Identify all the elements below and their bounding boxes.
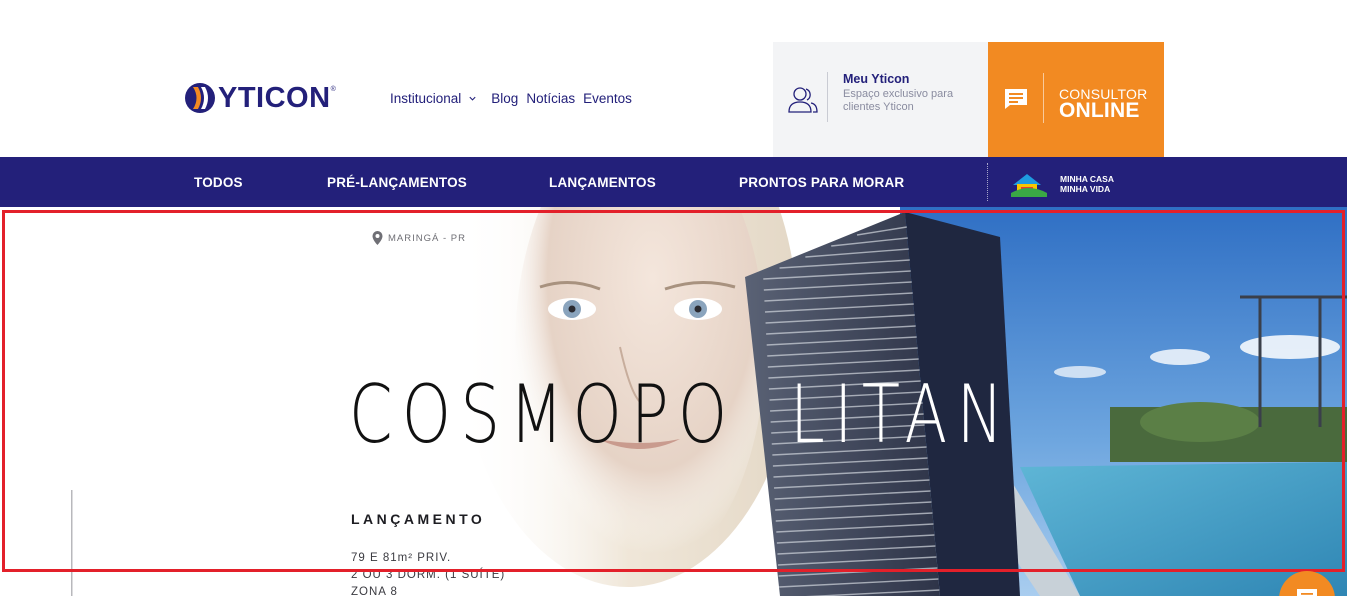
yticon-logo-mark xyxy=(185,83,215,113)
brand-title-light: LITAN xyxy=(790,368,1013,461)
chat-icon xyxy=(1297,589,1317,596)
yticon-logo[interactable]: YTICON ® xyxy=(184,82,336,114)
spec-zone: ZONA 8 xyxy=(351,586,398,596)
category-todos[interactable]: TODOS xyxy=(194,175,243,190)
map-pin-icon xyxy=(372,231,383,245)
status-label: LANÇAMENTO xyxy=(351,511,486,527)
legal-fine-print xyxy=(71,490,73,596)
category-pre-lancamentos[interactable]: PRÉ-LANÇAMENTOS xyxy=(327,175,467,190)
mcmv-line1: MINHA CASA xyxy=(1060,174,1114,184)
meu-divider xyxy=(827,72,828,122)
category-bar: TODOS PRÉ-LANÇAMENTOS LANÇAMENTOS PRONTO… xyxy=(0,157,1347,207)
logo-wordmark: YTICON xyxy=(218,82,331,114)
nav-noticias-label: Notícias xyxy=(526,91,576,106)
meu-yticon-button[interactable]: Meu Yticon Espaço exclusivo para cliente… xyxy=(773,42,988,157)
chevron-down-icon xyxy=(469,96,476,101)
site-header: YTICON ® Institucional Blog Notícias Eve… xyxy=(0,0,1347,157)
registered-mark: ® xyxy=(330,86,336,93)
category-prontos-para-morar[interactable]: PRONTOS PARA MORAR xyxy=(739,175,904,190)
location-text: MARINGÁ - PR xyxy=(388,232,466,244)
mcmv-line2: MINHA VIDA xyxy=(1060,184,1111,194)
users-icon xyxy=(788,87,818,113)
chat-icon xyxy=(1005,89,1027,109)
nav-eventos-label: Eventos xyxy=(583,91,632,106)
specs-list: 79 E 81m² PRIV. 2 OU 3 DORM. (1 SUÍTE) Z… xyxy=(351,550,505,596)
meu-yticon-subtitle: Espaço exclusivo para clientes Yticon xyxy=(843,88,954,113)
category-divider xyxy=(987,163,988,201)
nav-eventos[interactable]: Eventos xyxy=(583,91,632,106)
location-tag: MARINGÁ - PR xyxy=(372,231,466,245)
online-label: ONLINE xyxy=(1059,99,1140,122)
top-navigation: Institucional Blog Notícias Eventos xyxy=(390,91,640,106)
minha-casa-minha-vida-link[interactable]: MINHA CASA MINHA VIDA xyxy=(1011,171,1114,197)
nav-institucional[interactable]: Institucional xyxy=(390,91,477,106)
spec-area: 79 E 81m² PRIV. xyxy=(351,552,452,564)
nav-blog-label: Blog xyxy=(491,91,519,106)
meu-yticon-title: Meu Yticon xyxy=(843,72,910,86)
house-logo-icon xyxy=(1011,174,1047,197)
nav-institucional-label: Institucional xyxy=(390,91,462,106)
consultor-divider xyxy=(1043,73,1044,123)
nav-noticias[interactable]: Notícias xyxy=(526,91,575,106)
nav-blog[interactable]: Blog xyxy=(491,91,518,106)
brand-title-dark: COSMOPO xyxy=(349,368,737,461)
consultor-online-button[interactable]: CONSULTOR ONLINE xyxy=(988,42,1164,157)
hero-banner[interactable]: MARINGÁ - PR COSMOPO LITAN LANÇAMENTO 79… xyxy=(0,207,1347,596)
category-lancamentos[interactable]: LANÇAMENTOS xyxy=(549,175,656,190)
spec-dorms: 2 OU 3 DORM. (1 SUÍTE) xyxy=(351,569,506,581)
